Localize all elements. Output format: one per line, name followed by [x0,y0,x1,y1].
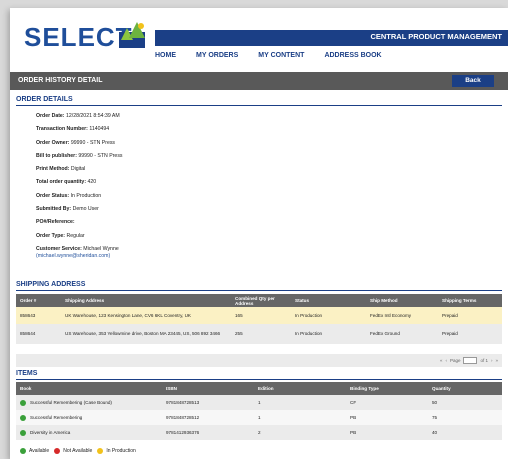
page-of-label: of 1 [480,358,488,363]
column-header[interactable]: Edition [254,382,346,395]
items-table: Book ISBN Edition Binding Type Quantity … [16,382,502,440]
legend-in-production: In Production [106,448,136,454]
address-cell: US Warehouse, 353 Yellowmine drive, Bost… [61,324,231,344]
not-available-dot-icon [54,448,61,454]
legend-available: Available [29,448,50,454]
items-header-row: Book ISBN Edition Binding Type Quantity [16,382,502,395]
nav-my-content[interactable]: MY CONTENT [258,52,304,66]
detail-order-owner: Order Owner: 99990 - STN Press [36,139,116,146]
address-cell: UK Warehouse, 123 Kensington Lane, CV6 6… [61,307,231,324]
quantity-cell: 50 [428,395,502,410]
binding-cell: PB [346,425,428,440]
isbn-cell: 9781848728512 [162,410,254,425]
nav-home[interactable]: HOME [155,52,176,66]
column-header[interactable]: Book [16,382,162,395]
detail-bill-to-publisher: Bill to publisher: 99990 - STN Press [36,152,123,159]
customer-service-email-link[interactable]: (michael.wynne@sheridan.com) [36,253,336,266]
pager: « ‹ Page of 1 › » [440,356,498,365]
detail-po-reference: PO#/Reference: [36,219,75,226]
last-page-icon[interactable]: » [495,358,498,363]
column-header[interactable]: Shipping Address [61,294,231,307]
column-header[interactable]: Order # [16,294,61,307]
page-title: ORDER HISTORY DETAIL [18,77,103,84]
table-row[interactable]: Diversity in America 9781412936376 2 PB … [16,425,502,440]
quantity-cell: 75 [428,410,502,425]
shipping-divider [16,290,502,291]
shipping-header-row: Order # Shipping Address Combined Qty pe… [16,294,502,307]
select-logo-mark-icon [119,22,145,48]
items-heading: ITEMS [16,370,38,377]
main-nav: HOME MY ORDERS MY CONTENT ADDRESS BOOK [155,52,402,66]
detail-transaction-number: Transaction Number: 1140494 [36,126,110,133]
detail-total-quantity: Total order quantity: 420 [36,179,97,186]
isbn-cell: 9781412936376 [162,425,254,440]
detail-customer-service: Customer Service: Michael Wynne [36,245,119,252]
nav-address-book[interactable]: ADDRESS BOOK [324,52,381,66]
pager-bar [16,354,502,367]
prev-page-icon[interactable]: ‹ [445,358,447,363]
detail-print-method: Print Method: Digital [36,166,86,173]
order-details-divider [16,105,502,106]
column-header[interactable]: ISBN [162,382,254,395]
table-row[interactable]: 858643 UK Warehouse, 123 Kensington Lane… [16,307,502,324]
column-header[interactable]: Combined Qty per Address [231,294,291,307]
next-page-icon[interactable]: › [491,358,493,363]
book-cell: Successful Remembering (Case Bound) [16,395,162,410]
available-status-icon [20,414,26,421]
book-cell: Diversity in America [16,425,162,440]
shipping-table: Order # Shipping Address Combined Qty pe… [16,294,502,344]
column-header[interactable]: Status [291,294,366,307]
shipping-address-heading: SHIPPING ADDRESS [16,281,86,288]
order-number-cell: 858644 [16,324,61,344]
back-button[interactable]: Back [452,75,494,87]
ship-method-cell: FedEx Ground [366,324,438,344]
nav-my-orders[interactable]: MY ORDERS [196,52,238,66]
in-production-dot-icon [97,448,104,454]
binding-cell: CF [346,395,428,410]
app-title: CENTRAL PRODUCT MANAGEMENT [370,32,502,41]
order-history-page: SELECT CENTRAL PRODUCT MANAGEMENT HOME M… [10,8,508,459]
status-legend: Available Not Available In Production [20,448,136,454]
detail-submitted-by: Submitted By: Demo User [36,206,99,213]
column-header[interactable]: Binding Type [346,382,428,395]
book-cell: Successful Remembering [16,410,162,425]
status-cell: In Production [291,324,366,344]
top-banner: CENTRAL PRODUCT MANAGEMENT [155,30,508,46]
order-details-list: Order Date: 12/28/2021 8:54:39 AM Transa… [36,113,336,266]
detail-order-date: Order Date: 12/28/2021 8:54:39 AM [36,113,120,119]
order-details-heading: ORDER DETAILS [16,96,73,103]
available-dot-icon [20,448,26,454]
quantity-cell: 255 [231,324,291,344]
shipping-terms-cell: Prepaid [438,307,502,324]
column-header[interactable]: Ship Method [366,294,438,307]
edition-cell: 2 [254,425,346,440]
status-cell: In Production [291,307,366,324]
table-row[interactable]: Successful Remembering (Case Bound) 9781… [16,395,502,410]
legend-not-available: Not Available [63,448,93,454]
ship-method-cell: FedEx Intl Economy [366,307,438,324]
section-bar: ORDER HISTORY DETAIL Back [10,72,508,90]
items-divider [16,379,502,380]
shipping-terms-cell: Prepaid [438,324,502,344]
edition-cell: 1 [254,410,346,425]
isbn-cell: 9781848728513 [162,395,254,410]
edition-cell: 1 [254,395,346,410]
page-number-input[interactable] [463,357,478,364]
page-label: Page [449,358,461,363]
available-status-icon [20,429,26,436]
available-status-icon [20,399,26,406]
quantity-cell: 40 [428,425,502,440]
quantity-cell: 165 [231,307,291,324]
order-number-cell: 858643 [16,307,61,324]
binding-cell: PB [346,410,428,425]
first-page-icon[interactable]: « [440,358,443,363]
table-row[interactable]: 858644 US Warehouse, 353 Yellowmine driv… [16,324,502,344]
table-row[interactable]: Successful Remembering 9781848728512 1 P… [16,410,502,425]
detail-order-status: Order Status: In Production [36,192,102,199]
detail-order-type: Order Type: Regular [36,232,85,239]
column-header[interactable]: Quantity [428,382,502,395]
column-header[interactable]: Shipping Terms [438,294,502,307]
